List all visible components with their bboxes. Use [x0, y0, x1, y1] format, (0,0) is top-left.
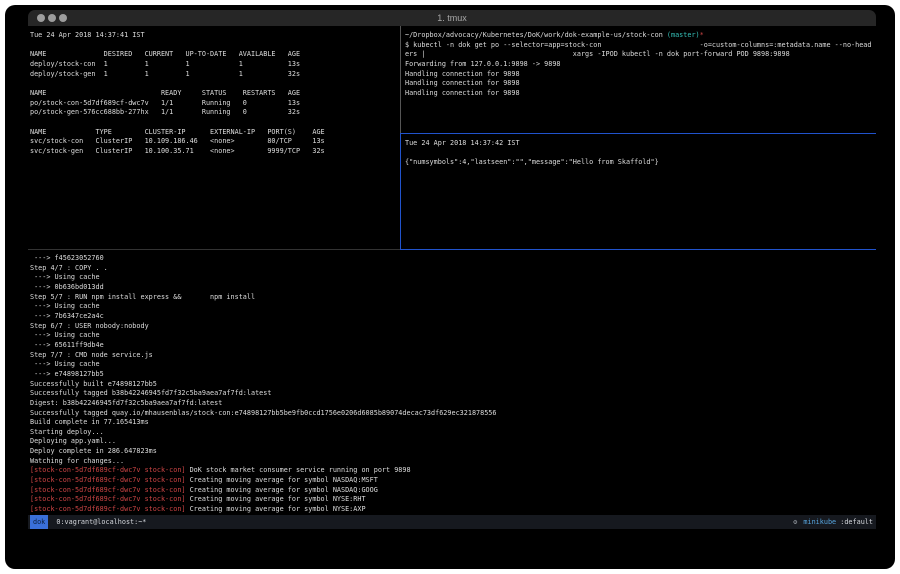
terminal-line: ---> Using cache: [30, 273, 876, 283]
terminal-line: Successfully built e74898127bb5: [30, 380, 876, 390]
kube-namespace-label: :default: [840, 518, 873, 526]
terminal-line: Successfully tagged b38b42246945fd7f32c5…: [30, 389, 876, 399]
tmux-terminal: Tue 24 Apr 2018 14:37:41 IST NAME DESIRE…: [28, 26, 876, 515]
pane-divider-horizontal-active-bottom[interactable]: [401, 249, 876, 250]
terminal-line: Step 4/7 : COPY . .: [30, 264, 876, 274]
terminal-line: [stock-con-5d7df689cf-dwc7v stock-con] C…: [30, 505, 876, 515]
pane-skaffold-log[interactable]: ---> f45623052760Step 4/7 : COPY . . ---…: [28, 250, 876, 515]
terminal-line: NAME TYPE CLUSTER-IP EXTERNAL-IP PORT(S)…: [30, 128, 402, 138]
terminal-line: Step 5/7 : RUN npm install express && np…: [30, 293, 876, 303]
terminal-line: {"numsymbols":4,"lastseen":"","message":…: [405, 158, 876, 168]
pane-divider-vertical-inactive[interactable]: [400, 26, 401, 133]
status-window-item[interactable]: 0:vagrant@localhost:~*: [56, 518, 146, 526]
window-titlebar[interactable]: 1. tmux: [28, 10, 876, 26]
terminal-line: ---> 65611ff9db4e: [30, 341, 876, 351]
tmux-status-bar: dok 0:vagrant@localhost:~* ⚙ minikube :d…: [28, 515, 876, 529]
terminal-line: Tue 24 Apr 2018 14:37:42 IST: [405, 139, 876, 149]
kube-context-label: minikube: [803, 518, 836, 526]
desktop-background: 1. tmux Tue 24 Apr 2018 14:37:41 IST NAM…: [5, 5, 895, 569]
terminal-line: ---> Using cache: [30, 302, 876, 312]
terminal-line: ---> f45623052760: [30, 254, 876, 264]
terminal-window: 1. tmux Tue 24 Apr 2018 14:37:41 IST NAM…: [28, 10, 876, 529]
terminal-line: NAME DESIRED CURRENT UP-TO-DATE AVAILABL…: [30, 50, 402, 60]
terminal-line: Starting deploy...: [30, 428, 876, 438]
terminal-line: Watching for changes...: [30, 457, 876, 467]
terminal-line: [30, 79, 402, 89]
terminal-line: Build complete in 77.165413ms: [30, 418, 876, 428]
terminal-line: Deploy complete in 286.647823ms: [30, 447, 876, 457]
terminal-line: ---> 7b6347ce2a4c: [30, 312, 876, 322]
terminal-line: [stock-con-5d7df689cf-dwc7v stock-con] C…: [30, 476, 876, 486]
window-title: 1. tmux: [28, 13, 876, 23]
pane-divider-vertical-active[interactable]: [400, 133, 401, 250]
terminal-line: [stock-con-5d7df689cf-dwc7v stock-con] C…: [30, 495, 876, 505]
terminal-line: svc/stock-gen ClusterIP 10.100.35.71 <no…: [30, 147, 402, 157]
terminal-line: ~/Dropbox/advocacy/Kubernetes/DoK/work/d…: [405, 31, 876, 41]
pane-curl-output[interactable]: Tue 24 Apr 2018 14:37:42 IST {"numsymbol…: [402, 134, 876, 254]
terminal-line: NAME READY STATUS RESTARTS AGE: [30, 89, 402, 99]
session-name-badge: dok: [30, 515, 48, 529]
terminal-line: Deploying app.yaml...: [30, 437, 876, 447]
terminal-line: ers | xargs -IPOD kubectl -n dok port-fo…: [405, 50, 876, 60]
terminal-line: deploy/stock-con 1 1 1 1 13s: [30, 60, 402, 70]
pane-divider-horizontal-inactive[interactable]: [28, 249, 400, 250]
terminal-line: ---> Using cache: [30, 331, 876, 341]
terminal-line: po/stock-gen-576cc688bb-277hx 1/1 Runnin…: [30, 108, 402, 118]
pane-kubectl-watch[interactable]: Tue 24 Apr 2018 14:37:41 IST NAME DESIRE…: [28, 26, 402, 254]
terminal-line: [405, 149, 876, 159]
terminal-line: [30, 118, 402, 128]
terminal-line: ---> 0b636bd013dd: [30, 283, 876, 293]
terminal-line: [stock-con-5d7df689cf-dwc7v stock-con] D…: [30, 466, 876, 476]
terminal-line: ---> Using cache: [30, 360, 876, 370]
terminal-line: deploy/stock-gen 1 1 1 1 32s: [30, 70, 402, 80]
terminal-line: Step 7/7 : CMD node service.js: [30, 351, 876, 361]
terminal-line: po/stock-con-5d7df689cf-dwc7v 1/1 Runnin…: [30, 99, 402, 109]
terminal-line: [30, 41, 402, 51]
terminal-line: Step 6/7 : USER nobody:nobody: [30, 322, 876, 332]
status-right-section: ⚙ minikube :default: [793, 515, 873, 529]
terminal-line: Handling connection for 9898: [405, 70, 876, 80]
terminal-line: Digest: b38b42246945fd7f32c5ba9aea7af7fd…: [30, 399, 876, 409]
pane-divider-horizontal-active-top[interactable]: [401, 133, 876, 134]
terminal-line: Handling connection for 9898: [405, 89, 876, 99]
terminal-line: $ kubectl -n dok get po --selector=app=s…: [405, 41, 876, 51]
pane-port-forward[interactable]: ~/Dropbox/advocacy/Kubernetes/DoK/work/d…: [402, 26, 876, 138]
terminal-line: Forwarding from 127.0.0.1:9898 -> 9898: [405, 60, 876, 70]
terminal-line: Successfully tagged quay.io/mhausenblas/…: [30, 409, 876, 419]
terminal-line: [stock-con-5d7df689cf-dwc7v stock-con] C…: [30, 486, 876, 496]
terminal-line: ---> e74898127bb5: [30, 370, 876, 380]
terminal-line: Handling connection for 9898: [405, 79, 876, 89]
kube-wheel-icon: ⚙: [793, 518, 797, 526]
terminal-line: Tue 24 Apr 2018 14:37:41 IST: [30, 31, 402, 41]
terminal-line: svc/stock-con ClusterIP 10.109.186.46 <n…: [30, 137, 402, 147]
